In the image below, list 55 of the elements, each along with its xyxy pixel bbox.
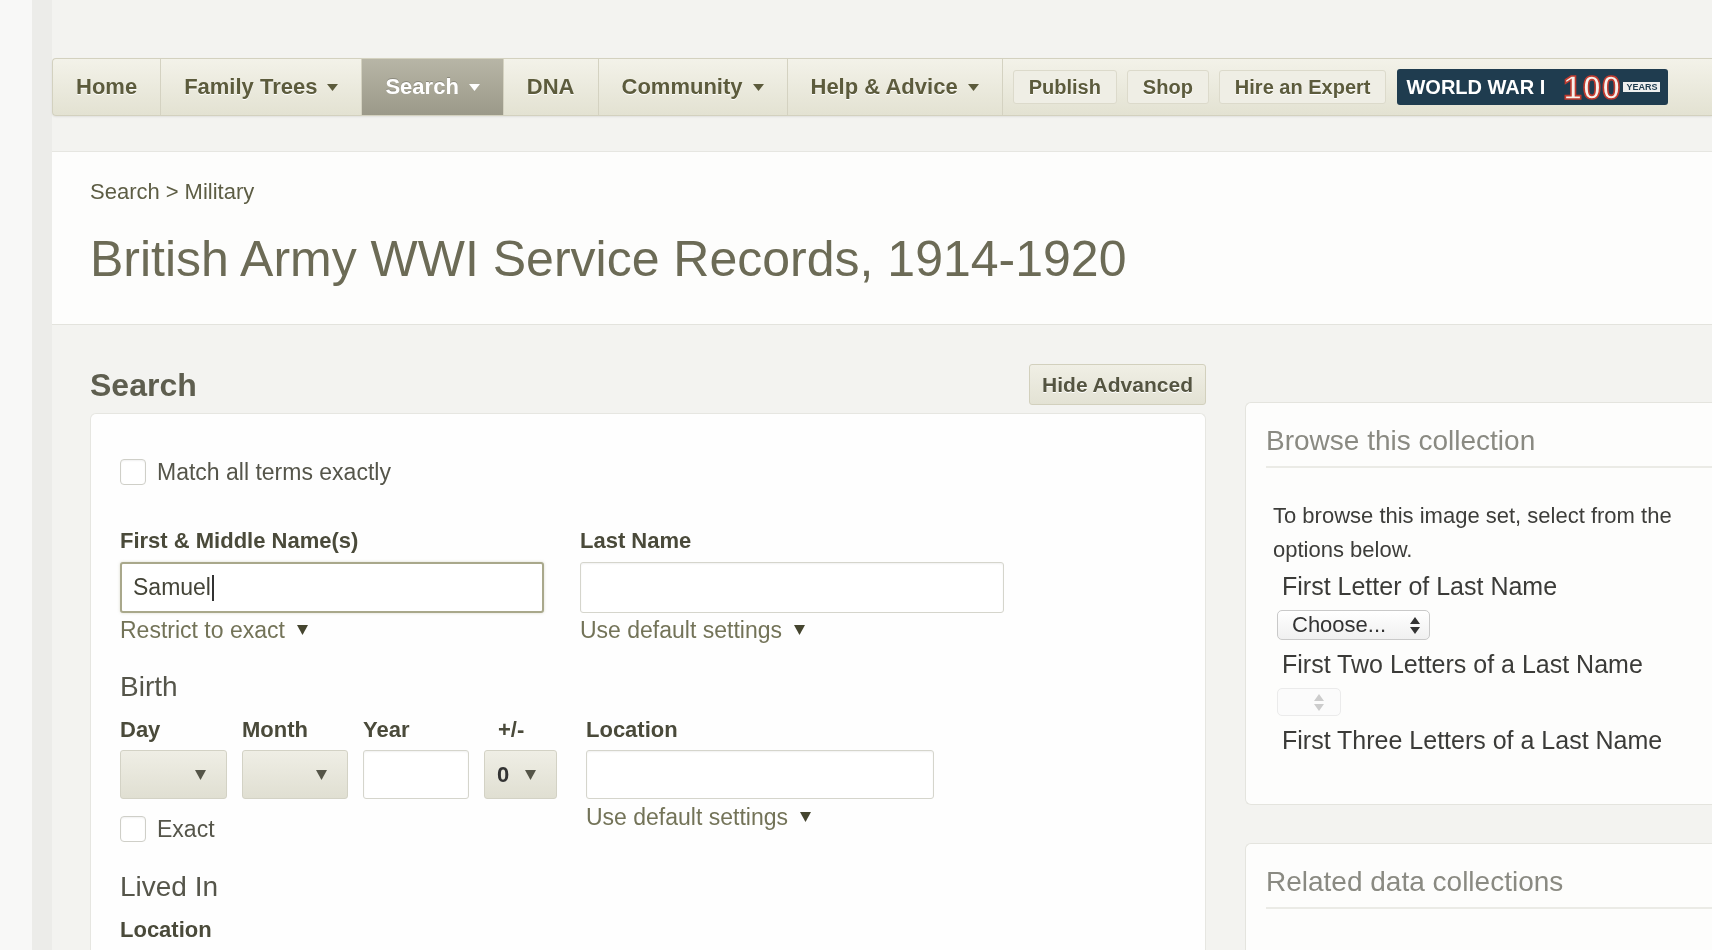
text-input[interactable]: Samuel — [120, 562, 544, 613]
nav-tab[interactable]: Home — [53, 59, 162, 115]
breadcrumb-link[interactable]: Search — [90, 180, 160, 204]
option-link[interactable]: Restrict to exact — [120, 617, 308, 643]
panel-heading: Related data collections — [1266, 844, 1712, 909]
field-label: +/- — [497, 717, 526, 743]
page-title: British Army WWI Service Records, 1914-1920 — [90, 231, 1128, 287]
nav-button[interactable]: Shop — [1126, 70, 1209, 104]
caret-down-icon — [296, 625, 308, 635]
filter-label: First Two Letters of a Last Name — [1281, 649, 1643, 679]
field-label: Day — [120, 717, 162, 743]
nav-button[interactable]: Hire an Expert — [1218, 70, 1387, 104]
text-input[interactable] — [580, 562, 1004, 613]
select-field[interactable] — [120, 750, 227, 799]
hide-advanced-button[interactable]: Hide Advanced — [1029, 364, 1206, 405]
field-label: Location — [586, 717, 678, 743]
up-down-arrows-icon — [1410, 616, 1420, 634]
intro-text: To browse this image set, select from the options below. — [1273, 502, 1673, 564]
section-subheading: Birth — [120, 671, 179, 703]
nav-tab[interactable]: Help & Advice — [787, 59, 1003, 115]
field-label: Last Name — [580, 528, 692, 554]
section-subheading: Lived In — [120, 871, 220, 903]
filter-label: First Three Letters of a Last Name — [1281, 725, 1663, 755]
panel-heading: Browse this collection — [1266, 403, 1712, 468]
text-input[interactable] — [586, 750, 934, 799]
nav-tab[interactable]: DNA — [503, 59, 599, 115]
checkbox-label: Match all terms exactly — [157, 459, 391, 485]
field-label: First & Middle Name(s) — [120, 528, 359, 554]
breadcrumb-current: Military — [184, 180, 255, 204]
select-field[interactable] — [242, 750, 348, 799]
banner-number: 100 — [1563, 70, 1622, 104]
caret-down-icon — [316, 769, 327, 780]
nav-tab[interactable]: Community — [598, 59, 788, 115]
select-field[interactable]: 0 — [484, 750, 557, 799]
option-link[interactable]: Use default settings — [586, 804, 811, 830]
checkbox-label: Exact — [157, 816, 215, 842]
option-link[interactable]: Use default settings — [580, 617, 805, 643]
caret-down-icon — [800, 812, 811, 822]
section-heading: Search — [90, 366, 197, 403]
banner-tag: YEARS — [1623, 82, 1661, 92]
nav-button[interactable]: Publish — [1012, 70, 1117, 104]
field-label: Month — [242, 717, 309, 743]
banner-title: WORLD WAR I — [1406, 75, 1546, 99]
text-input[interactable] — [363, 750, 469, 799]
caret-down-icon — [195, 769, 206, 780]
caret-down-icon — [794, 625, 805, 635]
field-label: Year — [363, 717, 411, 743]
caret-down-icon — [525, 769, 536, 780]
breadcrumb-separator: > — [165, 180, 179, 204]
checkbox[interactable] — [120, 459, 146, 485]
filter-label: First Letter of Last Name — [1281, 571, 1558, 601]
select-field[interactable]: Choose... — [1277, 610, 1430, 640]
checkbox[interactable] — [120, 816, 146, 842]
up-down-arrows-icon — [1314, 693, 1324, 711]
field-label: Location — [120, 917, 212, 943]
